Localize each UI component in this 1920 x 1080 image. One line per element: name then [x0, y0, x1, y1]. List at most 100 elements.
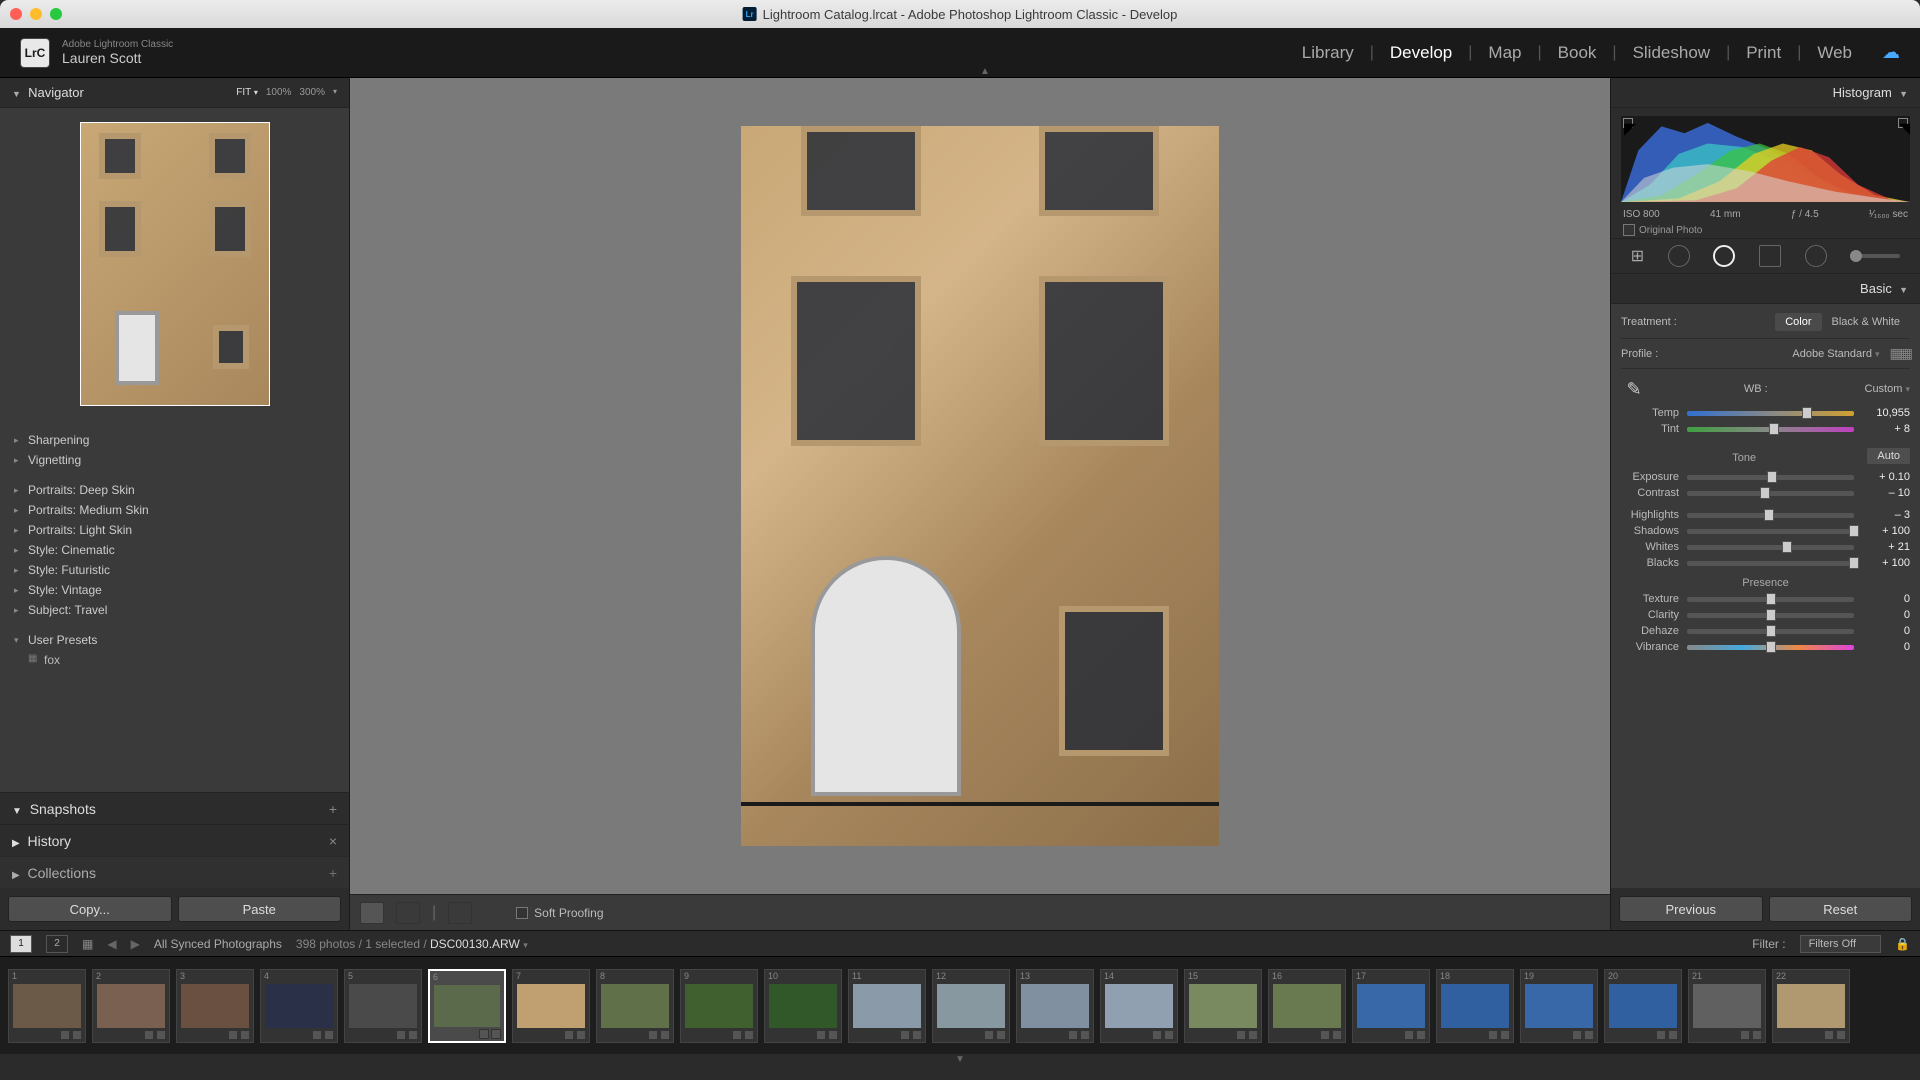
filmstrip-thumb[interactable]: 14 [1100, 969, 1178, 1043]
slider-clarity[interactable]: Clarity0 [1621, 607, 1910, 623]
add-collection-icon[interactable]: + [329, 865, 337, 881]
navigator-preview[interactable] [0, 108, 349, 426]
before-after-button[interactable] [396, 902, 420, 924]
preset-group[interactable]: Portraits: Light Skin [0, 520, 349, 540]
soft-proofing-toggle[interactable]: Soft Proofing [516, 906, 603, 920]
wb-dropdown[interactable]: Custom ▾ [1865, 383, 1911, 395]
filter-lock-icon[interactable]: 🔒 [1895, 937, 1910, 951]
preset-group[interactable]: User Presets [0, 630, 349, 650]
filmstrip-thumb[interactable]: 22 [1772, 969, 1850, 1043]
hide-filmstrip-icon[interactable]: ▼ [0, 1054, 1920, 1070]
filmstrip-thumb[interactable]: 21 [1688, 969, 1766, 1043]
main-photo-preview[interactable] [741, 126, 1219, 846]
filmstrip-thumb[interactable]: 11 [848, 969, 926, 1043]
filmstrip-thumb[interactable]: 18 [1436, 969, 1514, 1043]
profile-dropdown[interactable]: Adobe Standard ▾ [1792, 348, 1879, 360]
slider-blacks[interactable]: Blacks+ 100 [1621, 555, 1910, 571]
wb-eyedropper-icon[interactable]: ✎ [1621, 376, 1647, 402]
clear-history-icon[interactable]: × [329, 833, 337, 849]
filmstrip[interactable]: 12345678910111213141516171819202122 [0, 956, 1920, 1054]
nav-forward-icon[interactable]: ▶ [131, 937, 140, 951]
filmstrip-thumb[interactable]: 15 [1184, 969, 1262, 1043]
identity-plate[interactable]: LrC Adobe Lightroom Classic Lauren Scott [20, 38, 173, 68]
copy-settings-button[interactable]: Copy... [8, 896, 172, 922]
maximize-window-button[interactable] [50, 8, 62, 20]
module-print[interactable]: Print [1730, 43, 1797, 63]
loupe-view-button[interactable] [360, 902, 384, 924]
preset-item[interactable]: fox [0, 650, 349, 670]
slider-shadows[interactable]: Shadows+ 100 [1621, 523, 1910, 539]
filmstrip-thumb[interactable]: 1 [8, 969, 86, 1043]
slider-tint[interactable]: Tint+ 8 [1621, 421, 1910, 437]
crop-tool-icon[interactable]: ⊞ [1631, 246, 1644, 266]
compare-view-button[interactable] [448, 902, 472, 924]
grid-view-icon[interactable]: ▦ [82, 937, 93, 951]
slider-temp[interactable]: Temp10,955 [1621, 405, 1910, 421]
filmstrip-thumb[interactable]: 20 [1604, 969, 1682, 1043]
filmstrip-thumb[interactable]: 12 [932, 969, 1010, 1043]
preset-group[interactable]: Style: Futuristic [0, 560, 349, 580]
filmstrip-thumb[interactable]: 19 [1520, 969, 1598, 1043]
hide-header-icon[interactable]: ▲ [980, 66, 990, 77]
filmstrip-thumb[interactable]: 3 [176, 969, 254, 1043]
filmstrip-thumb[interactable]: 7 [512, 969, 590, 1043]
preset-group[interactable]: Subject: Travel [0, 600, 349, 620]
treatment-color-tab[interactable]: Color [1775, 313, 1821, 331]
preset-group[interactable]: Style: Cinematic [0, 540, 349, 560]
snapshots-header[interactable]: ▼ Snapshots + [0, 792, 349, 824]
nav-back-icon[interactable]: ◀ [107, 937, 116, 951]
navigator-zoom-picker[interactable]: FIT ▾100%300%▾ [236, 87, 337, 98]
module-slideshow[interactable]: Slideshow [1617, 43, 1727, 63]
slider-exposure[interactable]: Exposure+ 0.10 [1621, 469, 1910, 485]
filmstrip-thumb[interactable]: 4 [260, 969, 338, 1043]
filmstrip-thumb[interactable]: 5 [344, 969, 422, 1043]
preset-group[interactable]: Style: Vintage [0, 580, 349, 600]
graduated-filter-icon[interactable] [1759, 245, 1781, 267]
shadow-clipping-icon[interactable]: ◤ [1623, 118, 1633, 128]
slider-dehaze[interactable]: Dehaze0 [1621, 623, 1910, 639]
radial-filter-icon[interactable] [1805, 245, 1827, 267]
adjustment-brush-icon[interactable] [1850, 254, 1900, 258]
highlight-clipping-icon[interactable]: ◥ [1898, 118, 1908, 128]
basic-panel-header[interactable]: Basic ▼ [1611, 274, 1920, 304]
add-snapshot-icon[interactable]: + [329, 801, 337, 817]
filmstrip-thumb[interactable]: 8 [596, 969, 674, 1043]
filter-dropdown[interactable]: Filters Off [1800, 935, 1881, 953]
spot-removal-icon[interactable] [1668, 245, 1690, 267]
module-develop[interactable]: Develop [1374, 43, 1468, 63]
histogram-header[interactable]: Histogram ▼ [1611, 78, 1920, 108]
module-map[interactable]: Map [1472, 43, 1537, 63]
histogram-display[interactable]: ◤ ◥ ISO 800 41 mm ƒ / 4.5 ¹⁄₁₆₀₀ sec Ori… [1611, 108, 1920, 238]
preset-group[interactable]: Portraits: Medium Skin [0, 500, 349, 520]
minimize-window-button[interactable] [30, 8, 42, 20]
previous-button[interactable]: Previous [1619, 896, 1763, 922]
paste-settings-button[interactable]: Paste [178, 896, 342, 922]
module-library[interactable]: Library [1286, 43, 1370, 63]
slider-highlights[interactable]: Highlights– 3 [1621, 507, 1910, 523]
slider-vibrance[interactable]: Vibrance0 [1621, 639, 1910, 655]
primary-display-button[interactable]: 1 [10, 935, 32, 953]
treatment-bw-tab[interactable]: Black & White [1822, 313, 1910, 331]
preset-group[interactable]: Vignetting [0, 450, 349, 470]
close-window-button[interactable] [10, 8, 22, 20]
slider-whites[interactable]: Whites+ 21 [1621, 539, 1910, 555]
module-book[interactable]: Book [1542, 43, 1613, 63]
redeye-tool-icon[interactable] [1713, 245, 1735, 267]
module-web[interactable]: Web [1801, 43, 1868, 63]
filmstrip-thumb[interactable]: 2 [92, 969, 170, 1043]
reset-button[interactable]: Reset [1769, 896, 1913, 922]
cloud-sync-icon[interactable]: ☁ [1882, 42, 1900, 63]
history-header[interactable]: ▶ History × [0, 824, 349, 856]
original-photo-toggle[interactable]: Original Photo [1623, 224, 1702, 236]
filmstrip-thumb[interactable]: 6 [428, 969, 506, 1043]
slider-texture[interactable]: Texture0 [1621, 591, 1910, 607]
source-label[interactable]: All Synced Photographs [154, 937, 282, 951]
secondary-display-button[interactable]: 2 [46, 935, 68, 953]
filmstrip-thumb[interactable]: 16 [1268, 969, 1346, 1043]
filmstrip-thumb[interactable]: 9 [680, 969, 758, 1043]
filmstrip-thumb[interactable]: 17 [1352, 969, 1430, 1043]
profile-browser-icon[interactable]: ▦▦ [1890, 345, 1910, 362]
navigator-header[interactable]: ▼ Navigator FIT ▾100%300%▾ [0, 78, 349, 108]
auto-tone-button[interactable]: Auto [1867, 448, 1910, 464]
slider-contrast[interactable]: Contrast– 10 [1621, 485, 1910, 501]
